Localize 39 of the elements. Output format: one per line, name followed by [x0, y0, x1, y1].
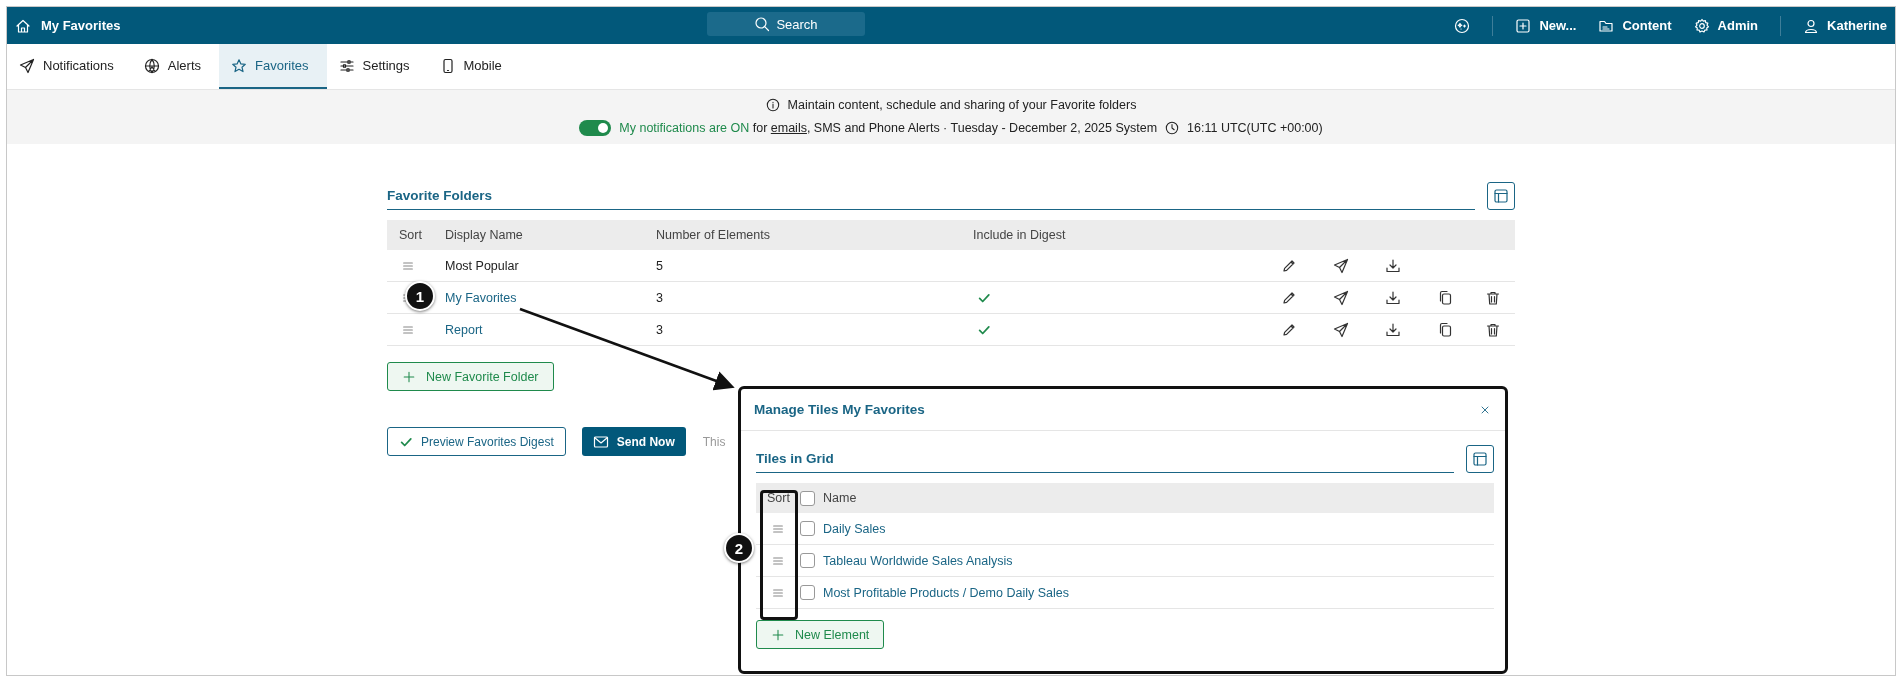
column-header: Name [823, 491, 857, 505]
section-title: Tiles in Grid [756, 451, 1454, 473]
column-header: Include in Digest [973, 228, 1066, 242]
callout-marker: 2 [724, 533, 754, 563]
element-count: 3 [656, 290, 663, 305]
menu-item[interactable]: New... [1515, 17, 1577, 34]
tab[interactable]: Mobile [427, 44, 520, 89]
notification-status: My notifications are ON for emails, SMS and Phone Alerts · Tuesday - December 2, 2025 System [619, 121, 1158, 135]
folder-name: Most Popular [445, 258, 519, 273]
new-folder-button[interactable]: New Favorite Folder [387, 362, 554, 391]
send-now-button[interactable]: Send Now [581, 427, 686, 456]
callout-marker: 1 [405, 281, 435, 311]
emails-link[interactable]: emails [770, 121, 807, 135]
element-count: 5 [656, 258, 663, 273]
digest-note: This [702, 434, 726, 449]
time-text: 16:11 UTC(UTC +00:00) [1187, 121, 1323, 135]
tab[interactable]: Favorites [219, 44, 327, 89]
column-header: Sort [398, 228, 422, 242]
folder-link[interactable]: Report [445, 322, 483, 337]
column-header: Number of Elements [656, 228, 770, 242]
section-title: Favorite Folders [387, 188, 1475, 210]
info-message: Maintain content, schedule and sharing of your Favorite folders [787, 98, 1137, 112]
tab[interactable]: Settings [326, 44, 428, 89]
search-field[interactable]: Search [707, 12, 865, 36]
page-title: My Favorites [41, 18, 121, 33]
tab[interactable]: Alerts [131, 44, 220, 89]
menu-item[interactable]: Content [1598, 17, 1672, 34]
tile-link[interactable]: Tableau Worldwide Sales Analysis [823, 553, 1013, 568]
tile-link[interactable]: Daily Sales [823, 521, 886, 536]
tile-link[interactable]: Most Profitable Products / Demo Daily Sales [823, 585, 1069, 600]
folder-link[interactable]: My Favorites [445, 290, 517, 305]
menu-item[interactable]: Katherine [1803, 17, 1887, 34]
tab[interactable]: Notifications [7, 44, 132, 89]
column-header: Display Name [445, 228, 523, 242]
preview-button[interactable]: Preview Favorites Digest [387, 427, 566, 456]
new-element-button[interactable]: New Element [756, 620, 885, 649]
dialog-title: Manage Tiles My Favorites [754, 402, 925, 417]
menu-item[interactable]: Admin [1693, 17, 1759, 34]
element-count: 3 [656, 322, 663, 337]
